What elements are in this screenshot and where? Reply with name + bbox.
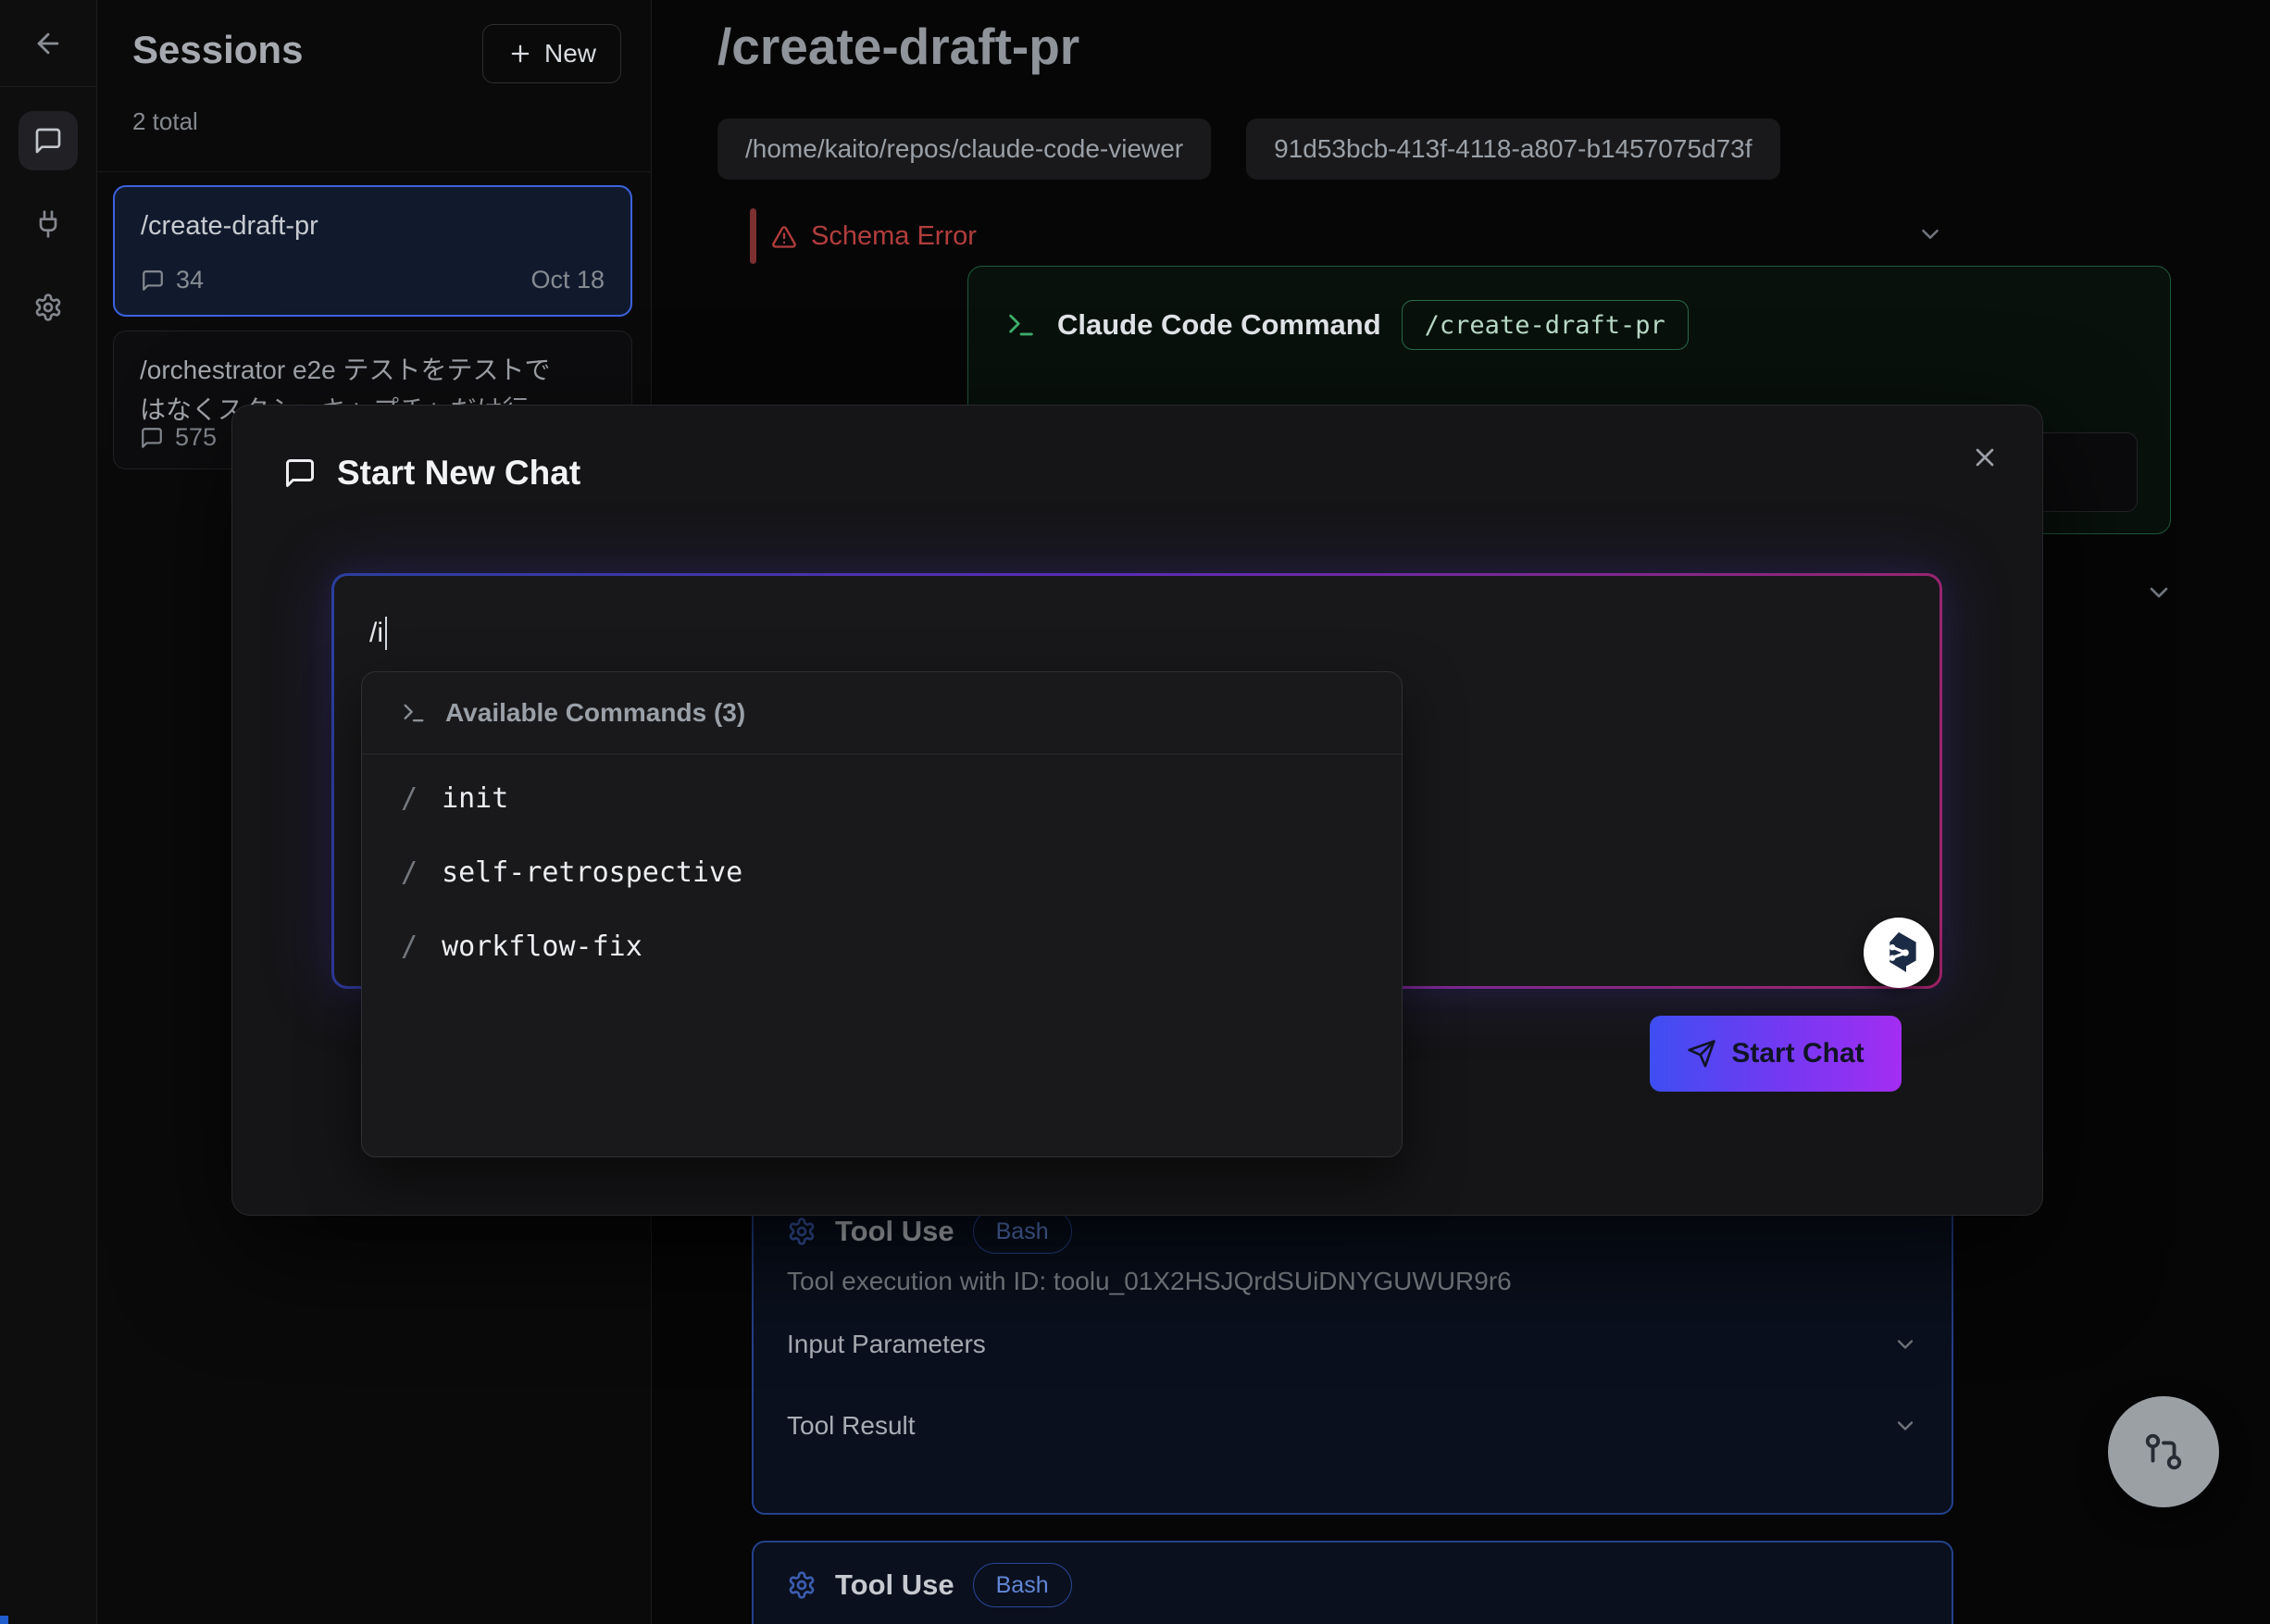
input-parameters-label: Input Parameters [787, 1330, 986, 1359]
start-chat-button[interactable]: Start Chat [1650, 1016, 1902, 1092]
repo-path-chip: /home/kaito/repos/claude-code-viewer [717, 119, 1211, 180]
nav-chat-button[interactable] [19, 111, 78, 170]
chat-bubble-icon [141, 269, 165, 293]
tool-execution-id: Tool execution with ID: toolu_01NnZaey4r… [787, 1620, 1460, 1624]
hexagon-chat-share-icon [1875, 929, 1923, 977]
sessions-count: 2 total [132, 107, 198, 136]
tool-execution-id: Tool execution with ID: toolu_01X2HSJQrd… [787, 1267, 1512, 1296]
nav-plugins-button[interactable] [19, 194, 78, 254]
text-caret [385, 617, 387, 650]
chevron-down-icon [1892, 1331, 1918, 1357]
tool-result-label: Tool Result [787, 1411, 916, 1441]
tool-use-card-1: Tool Use Bash Tool execution with ID: to… [752, 1187, 1953, 1515]
terminal-prompt-icon [401, 700, 427, 726]
rail-scroll-indicator [0, 1616, 8, 1624]
extension-badge[interactable] [1864, 918, 1934, 988]
send-icon [1687, 1039, 1716, 1068]
git-compare-fab[interactable] [2108, 1396, 2219, 1507]
chat-bubble-icon [33, 126, 63, 156]
available-commands-dropdown: Available Commands (3) / init / self-ret… [361, 671, 1403, 1157]
commands-list: / init / self-retrospective / workflow-f… [362, 761, 1402, 983]
plug-icon [33, 209, 63, 239]
schema-error-row[interactable]: Schema Error [750, 206, 1953, 267]
page-title: /create-draft-pr [717, 17, 1079, 76]
session-title: /create-draft-pr [141, 211, 605, 242]
terminal-prompt-icon [1005, 309, 1037, 341]
modal-header: Start New Chat [283, 454, 580, 493]
session-message-count: 575 [175, 423, 217, 452]
input-parameters-toggle[interactable]: Input Parameters [787, 1330, 1918, 1359]
command-card-title: Claude Code Command [1057, 308, 1381, 342]
warning-triangle-icon [771, 224, 797, 250]
chevron-down-icon[interactable] [2144, 578, 2174, 607]
schema-error-label: Schema Error [811, 221, 977, 252]
app-root: Sessions New 2 total /create-draft-pr 34… [0, 0, 2270, 1624]
session-item-create-draft-pr[interactable]: /create-draft-pr 34 Oct 18 [113, 185, 632, 317]
modal-title: Start New Chat [337, 454, 580, 493]
session-meta: 34 Oct 18 [141, 266, 605, 294]
dropdown-divider [362, 754, 1402, 755]
sessions-header: Sessions New 2 total [97, 0, 651, 172]
commands-header-label: Available Commands (3) [445, 698, 745, 728]
close-icon[interactable] [1970, 443, 2000, 472]
bash-badge: Bash [973, 1209, 1072, 1254]
command-item-init[interactable]: / init [362, 761, 1402, 835]
sessions-panel-title: Sessions [132, 28, 303, 72]
session-date: Oct 18 [530, 266, 605, 294]
command-item-self-retrospective[interactable]: / self-retrospective [362, 835, 1402, 909]
gear-icon [787, 1570, 817, 1600]
bash-badge: Bash [973, 1563, 1072, 1607]
chat-bubble-icon [283, 456, 317, 490]
new-session-button[interactable]: New [482, 24, 621, 83]
start-chat-label: Start Chat [1731, 1038, 1864, 1069]
gear-icon [33, 293, 63, 322]
tool-use-title: Tool Use [835, 1568, 954, 1602]
tool-card-header: Tool Use Bash [787, 1563, 1072, 1607]
git-compare-icon [2142, 1430, 2185, 1473]
tool-use-card-2: Tool Use Bash Tool execution with ID: to… [752, 1541, 1953, 1624]
chat-input-value: /i [369, 617, 387, 650]
tool-use-title: Tool Use [835, 1215, 954, 1248]
error-accent-bar [750, 208, 756, 264]
command-card-header: Claude Code Command /create-draft-pr [1005, 300, 1689, 350]
icon-rail [0, 0, 97, 1624]
tool-card-header: Tool Use Bash [787, 1209, 1072, 1254]
tool-result-toggle[interactable]: Tool Result [787, 1411, 1918, 1441]
gear-icon [787, 1217, 817, 1246]
arrow-left-icon [32, 28, 64, 59]
chevron-down-icon[interactable] [1916, 220, 1944, 248]
chat-bubble-icon [140, 426, 164, 450]
chevron-down-icon [1892, 1413, 1918, 1439]
nav-settings-button[interactable] [19, 278, 78, 337]
session-id-chip: 91d53bcb-413f-4118-a807-b1457075d73f [1246, 119, 1779, 180]
plus-icon [507, 41, 533, 67]
back-button[interactable] [0, 0, 96, 87]
command-badge: /create-draft-pr [1402, 300, 1689, 350]
command-item-workflow-fix[interactable]: / workflow-fix [362, 909, 1402, 983]
new-session-label: New [544, 39, 596, 69]
commands-dropdown-header: Available Commands (3) [401, 698, 745, 728]
session-info-chips: /home/kaito/repos/claude-code-viewer 91d… [717, 119, 1780, 180]
start-new-chat-modal: Start New Chat /i Av [231, 405, 2043, 1216]
session-message-count: 34 [176, 266, 204, 294]
